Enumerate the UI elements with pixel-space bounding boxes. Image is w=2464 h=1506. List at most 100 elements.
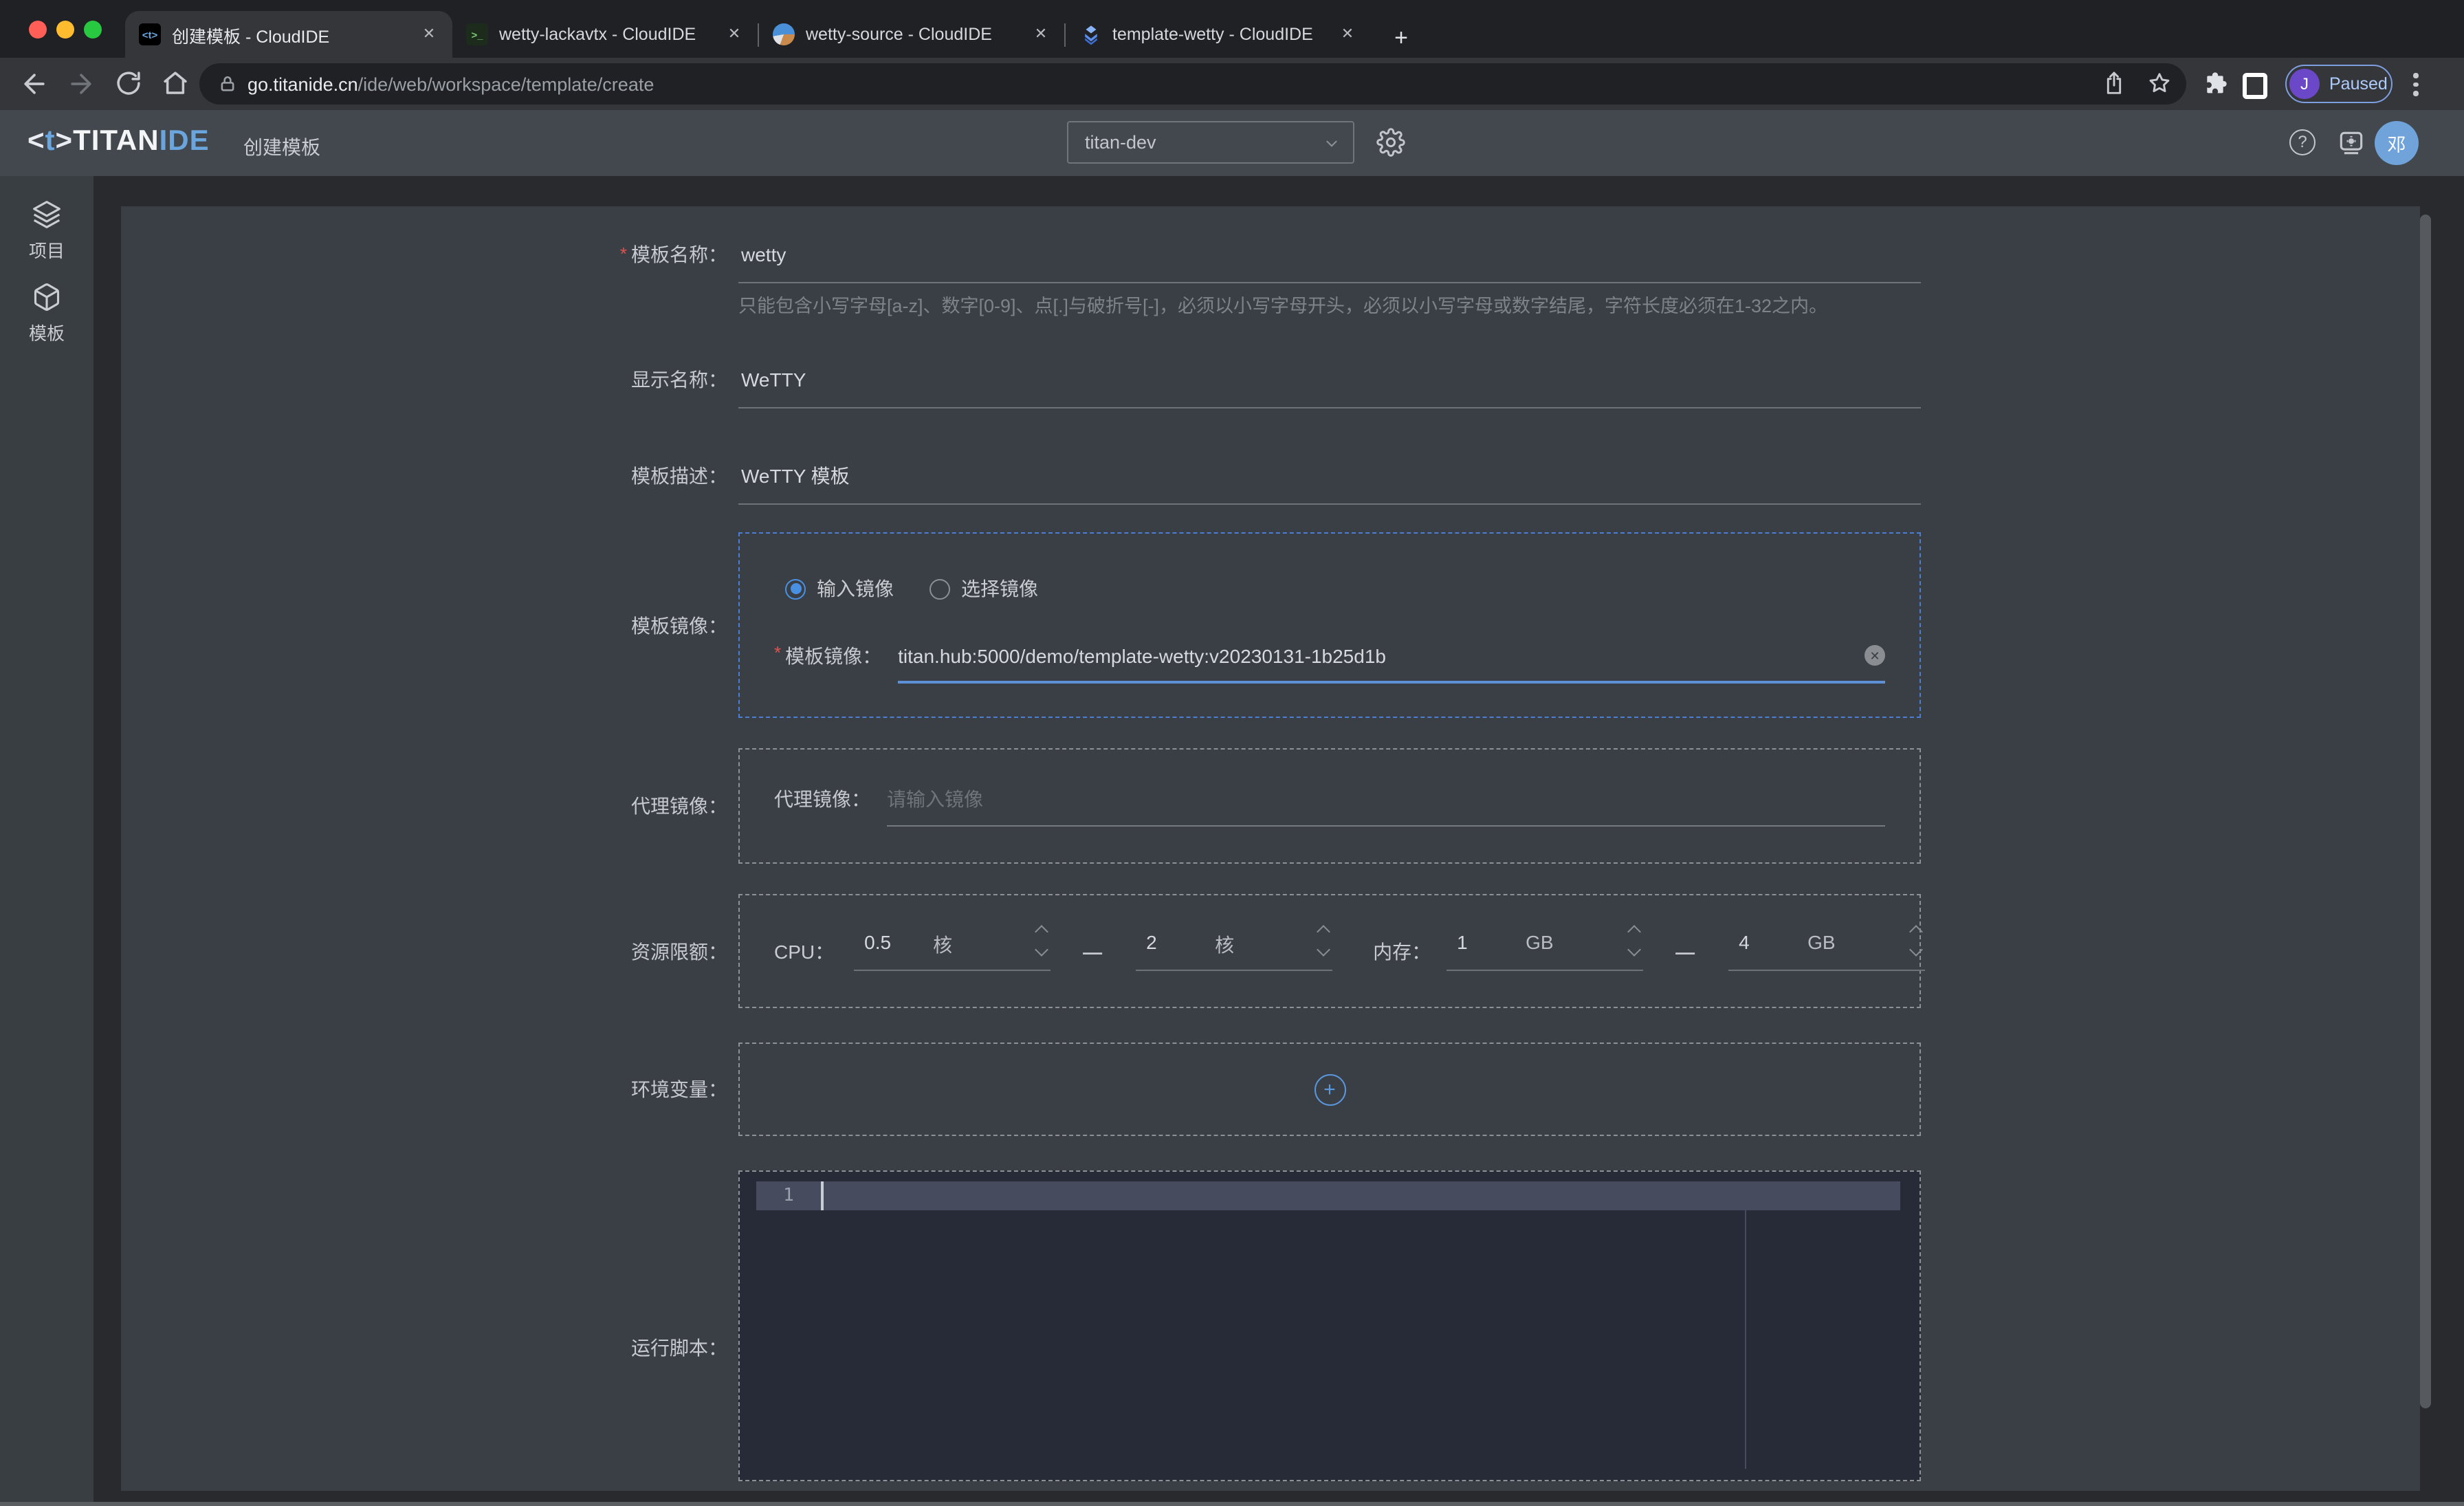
proxy-image-placeholder: 请输入镜像 (887, 786, 1885, 811)
editor-active-line: 1 (756, 1181, 1900, 1210)
help-icon[interactable]: ? (2289, 129, 2316, 155)
stepper-arrows-icon[interactable] (1036, 927, 1046, 954)
resource-quota-row: 资源限额： CPU： 0.5核 — 2核 内存： (121, 894, 2420, 1008)
description-input[interactable]: WeTTY 模板 (738, 463, 1921, 505)
env-vars-box: + (738, 1043, 1921, 1136)
system-console-icon[interactable] (2336, 128, 2366, 158)
proxy-image-box: 代理镜像： 请输入镜像 (738, 748, 1921, 864)
tab-template-wetty[interactable]: template-wetty - CloudIDE ✕ (1066, 11, 1371, 58)
editor-ruler (1745, 1210, 1746, 1469)
chevron-down-icon (1323, 135, 1341, 153)
template-name-row: *模板名称： wetty 只能包含小写字母[a-z]、数字[0-9]、点[.]与… (121, 242, 2420, 318)
proxy-image-inner-label: 代理镜像： (774, 786, 870, 811)
terminal-favicon: >_ (466, 23, 488, 45)
back-icon[interactable] (19, 69, 50, 99)
address-bar[interactable]: go.titanide.cn/ide/web/workspace/templat… (199, 63, 2186, 105)
code-editor[interactable]: 1 (738, 1170, 1921, 1481)
new-tab-button[interactable]: + (1382, 19, 1420, 58)
add-env-var-button[interactable]: + (1314, 1073, 1345, 1105)
env-vars-row: 环境变量： + (121, 1043, 2420, 1136)
tab-title: 创建模板 - CloudIDE (172, 21, 411, 47)
display-name-input[interactable]: WeTTY (738, 367, 1921, 408)
workspace-select[interactable]: titan-dev (1067, 121, 1354, 164)
tab-close-icon[interactable]: ✕ (1028, 22, 1053, 47)
sidebar: 项目 模板 (0, 176, 94, 1506)
template-image-input[interactable]: titan.hub:5000/demo/template-wetty:v2023… (898, 644, 1885, 684)
memory-label: 内存： (1373, 937, 1431, 965)
description-row: 模板描述： WeTTY 模板 (121, 463, 2420, 505)
screen: <t> 创建模板 - CloudIDE ✕ >_ wetty-lackavtx … (0, 0, 2464, 1506)
titanide-favicon: <t> (139, 23, 161, 45)
proxy-image-label: 代理镜像： (121, 794, 727, 818)
profile-avatar: J (2289, 69, 2320, 99)
url-path: /ide/web/workspace/template/create (358, 74, 654, 94)
wetty-source-favicon (773, 23, 795, 45)
tab-close-icon[interactable]: ✕ (417, 22, 441, 47)
window-zoom-button[interactable] (84, 21, 102, 39)
image-source-radio-group: 输入镜像 选择镜像 (785, 575, 1885, 602)
browser-menu-icon[interactable] (2413, 73, 2419, 100)
template-name-input[interactable]: wetty (738, 242, 1921, 283)
template-image-row: 模板镜像： 输入镜像 选择镜像 * 模板镜像： titan.hub:5000/d… (121, 532, 2420, 718)
template-image-field: * 模板镜像： titan.hub:5000/demo/template-wet… (774, 644, 1885, 684)
sidebar-item-projects[interactable]: 项目 (0, 193, 94, 270)
proxy-image-input[interactable]: 请输入镜像 (887, 786, 1885, 826)
url-host: go.titanide.cn (248, 74, 358, 94)
required-asterisk: * (620, 243, 627, 264)
range-dash: — (1675, 940, 1695, 962)
vertical-scrollbar[interactable] (2420, 215, 2431, 1408)
home-icon[interactable] (161, 69, 191, 99)
cube-icon (32, 282, 62, 312)
required-asterisk: * (774, 642, 781, 663)
user-avatar[interactable]: 邓 (2375, 121, 2419, 165)
side-panel-icon[interactable] (2243, 73, 2267, 99)
tab-wetty-source[interactable]: wetty-source - CloudIDE ✕ (759, 11, 1064, 58)
tab-wetty-lackavtx[interactable]: >_ wetty-lackavtx - CloudIDE ✕ (452, 11, 758, 58)
stepper-arrows-icon[interactable] (1911, 927, 1920, 954)
memory-min-stepper[interactable]: 1GB (1446, 931, 1642, 971)
memory-max-stepper[interactable]: 4GB (1728, 931, 1924, 971)
cpu-max-stepper[interactable]: 2核 (1135, 931, 1332, 971)
run-script-row: 运行脚本： 1 (选填) 脚本将写入路径 ~/.cache/.init，当工作区… (121, 1170, 2420, 1491)
reload-icon[interactable] (114, 69, 144, 99)
titanide-logo[interactable]: <t>TITANIDE (28, 125, 210, 158)
window-controls (29, 21, 102, 39)
lock-icon (219, 74, 236, 94)
stepper-arrows-icon[interactable] (1629, 927, 1638, 954)
template-image-box: 输入镜像 选择镜像 * 模板镜像： titan.hub:5000/demo/te… (738, 532, 1921, 718)
stepper-arrows-icon[interactable] (1318, 927, 1328, 954)
sidebar-item-templates[interactable]: 模板 (0, 275, 94, 352)
profile-chip[interactable]: J Paused (2285, 65, 2392, 103)
tab-title: wetty-lackavtx - CloudIDE (499, 25, 716, 44)
window-minimize-button[interactable] (56, 21, 74, 39)
forward-icon[interactable] (66, 69, 96, 99)
browser-toolbar: go.titanide.cn/ide/web/workspace/templat… (0, 58, 2464, 110)
radio-selected-icon (785, 578, 806, 599)
env-vars-label: 环境变量： (121, 1077, 727, 1102)
radio-select-image[interactable]: 选择镜像 (930, 575, 1038, 602)
display-name-row: 显示名称： WeTTY (121, 367, 2420, 408)
cpu-min-stepper[interactable]: 0.5核 (853, 931, 1050, 971)
page-title: 创建模板 (243, 133, 320, 161)
diamond-favicon (1079, 23, 1101, 45)
template-image-label: 模板镜像： (121, 613, 727, 637)
workspace-settings-gear-icon[interactable] (1376, 128, 1405, 157)
tab-title: template-wetty - CloudIDE (1112, 25, 1330, 44)
tab-close-icon[interactable]: ✕ (1335, 22, 1360, 47)
create-template-panel: *模板名称： wetty 只能包含小写字母[a-z]、数字[0-9]、点[.]与… (121, 206, 2420, 1491)
window-close-button[interactable] (29, 21, 47, 39)
resource-quota-label: 资源限额： (121, 939, 727, 963)
text-cursor (821, 1181, 823, 1210)
layers-icon (32, 199, 62, 230)
browser-tab-strip: <t> 创建模板 - CloudIDE ✕ >_ wetty-lackavtx … (0, 0, 2464, 58)
clear-input-icon[interactable]: ✕ (1864, 645, 1885, 666)
extensions-puzzle-icon[interactable] (2201, 70, 2229, 98)
bookmark-star-icon[interactable] (2146, 70, 2172, 96)
description-label: 模板描述： (121, 463, 727, 505)
tab-close-icon[interactable]: ✕ (722, 22, 747, 47)
app-header: <t>TITANIDE 创建模板 titan-dev ? 邓 (0, 110, 2464, 176)
run-script-label: 运行脚本： (121, 1335, 727, 1360)
share-icon[interactable] (2101, 70, 2127, 96)
tab-create-template[interactable]: <t> 创建模板 - CloudIDE ✕ (125, 11, 452, 58)
radio-input-image[interactable]: 输入镜像 (785, 575, 894, 602)
